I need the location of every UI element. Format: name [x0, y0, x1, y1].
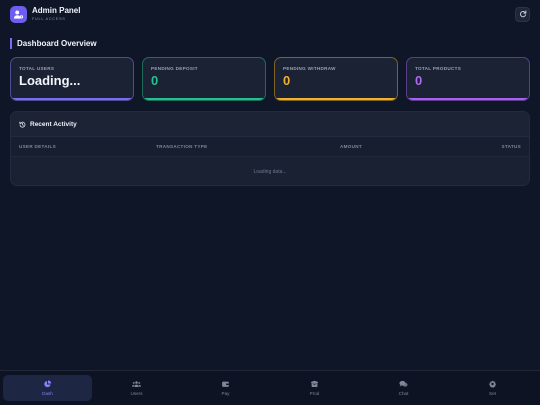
nav-label: Chat — [398, 391, 409, 396]
history-icon — [19, 121, 26, 128]
user-gear-icon — [10, 5, 27, 23]
nav-label: Pay — [221, 391, 230, 396]
stat-label: PENDING WITHDRAW — [283, 66, 336, 71]
box-icon — [311, 380, 318, 388]
recent-activity-panel: Recent Activity USER DETAILS TRANSACTION… — [10, 111, 530, 186]
app-subtitle: FULL ACCESS — [32, 16, 66, 21]
panel-title: Recent Activity — [30, 120, 77, 128]
stat-label: TOTAL PRODUCTS — [415, 66, 462, 71]
chat-icon — [399, 380, 408, 387]
nav-item-users[interactable]: Users — [92, 375, 181, 401]
nav-item-set[interactable]: Set — [448, 375, 537, 401]
table-header: USER DETAILS TRANSACTION TYPE AMOUNT STA… — [11, 137, 529, 157]
column-header-amount: AMOUNT — [340, 144, 362, 149]
stat-card-pending-deposit[interactable]: PENDING DEPOSIT 0 — [142, 57, 266, 101]
table-empty-state: Loading data... — [11, 157, 529, 185]
bottom-nav: Dash Users Pay Prod Chat Set — [0, 370, 540, 405]
panel-header: Recent Activity — [11, 112, 529, 137]
wallet-icon — [222, 381, 229, 387]
app-header: Admin Panel FULL ACCESS — [0, 0, 540, 28]
stat-card-total-products[interactable]: TOTAL PRODUCTS 0 — [406, 57, 530, 101]
stat-card-total-users[interactable]: TOTAL USERS Loading... — [10, 57, 134, 101]
gear-icon — [488, 380, 497, 388]
stat-value: 0 — [283, 73, 291, 88]
nav-item-prod[interactable]: Prod — [270, 375, 359, 401]
stat-value: 0 — [151, 73, 159, 88]
column-header-user-details: USER DETAILS — [19, 144, 56, 149]
stats-row: TOTAL USERS Loading... PENDING DEPOSIT 0… — [10, 57, 530, 101]
nav-label: Dash — [42, 391, 53, 396]
column-header-status: STATUS — [501, 144, 521, 149]
nav-label: Users — [130, 391, 143, 396]
refresh-button[interactable] — [515, 6, 530, 22]
brand: Admin Panel FULL ACCESS — [32, 7, 80, 21]
column-header-transaction-type: TRANSACTION TYPE — [156, 144, 208, 149]
chart-pie-icon — [44, 380, 52, 388]
nav-item-pay[interactable]: Pay — [181, 375, 270, 401]
users-icon — [132, 381, 141, 387]
refresh-icon — [519, 10, 526, 18]
page-title: Dashboard Overview — [10, 38, 97, 49]
app-title: Admin Panel — [32, 6, 81, 15]
nav-label: Set — [489, 391, 496, 396]
stat-value: Loading... — [19, 73, 81, 88]
nav-label: Prod — [309, 391, 320, 396]
stat-card-pending-withdraw[interactable]: PENDING WITHDRAW 0 — [274, 57, 398, 101]
nav-item-dash[interactable]: Dash — [3, 375, 92, 401]
stat-value: 0 — [415, 73, 423, 88]
nav-item-chat[interactable]: Chat — [359, 375, 448, 401]
stat-label: TOTAL USERS — [19, 66, 55, 71]
stat-label: PENDING DEPOSIT — [151, 66, 198, 71]
